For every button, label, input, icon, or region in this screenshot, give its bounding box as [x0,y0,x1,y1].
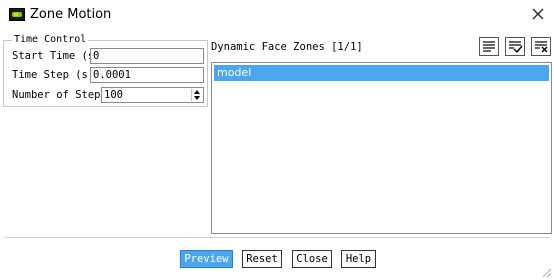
dynamic-face-zones-label: Dynamic Face Zones [1/1] [211,41,363,53]
preview-button[interactable]: Preview [180,250,233,268]
spinner-arrows-icon[interactable] [191,89,202,101]
close-button[interactable]: Close [292,250,332,268]
number-of-steps-label: Number of Steps [12,89,107,101]
help-button[interactable]: Help [341,250,376,268]
time-control-label: Time Control [12,34,89,46]
resize-grip-icon[interactable] [540,266,552,278]
title-bar: Zone Motion [0,0,554,30]
app-icon [9,8,25,21]
list-item-model[interactable]: model [214,65,549,81]
time-step-label: Time Step (s) [12,69,95,81]
divider [5,237,550,238]
filter-select-icon[interactable] [505,37,525,56]
window-title: Zone Motion [30,7,112,22]
number-of-steps-input[interactable]: 100 [101,87,204,103]
number-of-steps-value: 100 [104,89,123,101]
select-all-icon[interactable] [479,37,499,56]
time-control-group: Time Control Start Time (s) 0 Time Step … [3,34,208,107]
close-icon[interactable] [528,4,548,24]
deselect-all-icon[interactable] [531,37,551,56]
dynamic-face-zones-list[interactable]: model [211,62,552,234]
start-time-label: Start Time (s) [12,50,101,62]
reset-button[interactable]: Reset [242,250,282,268]
start-time-input[interactable]: 0 [90,48,204,64]
time-step-input[interactable]: 0.0001 [90,67,204,83]
